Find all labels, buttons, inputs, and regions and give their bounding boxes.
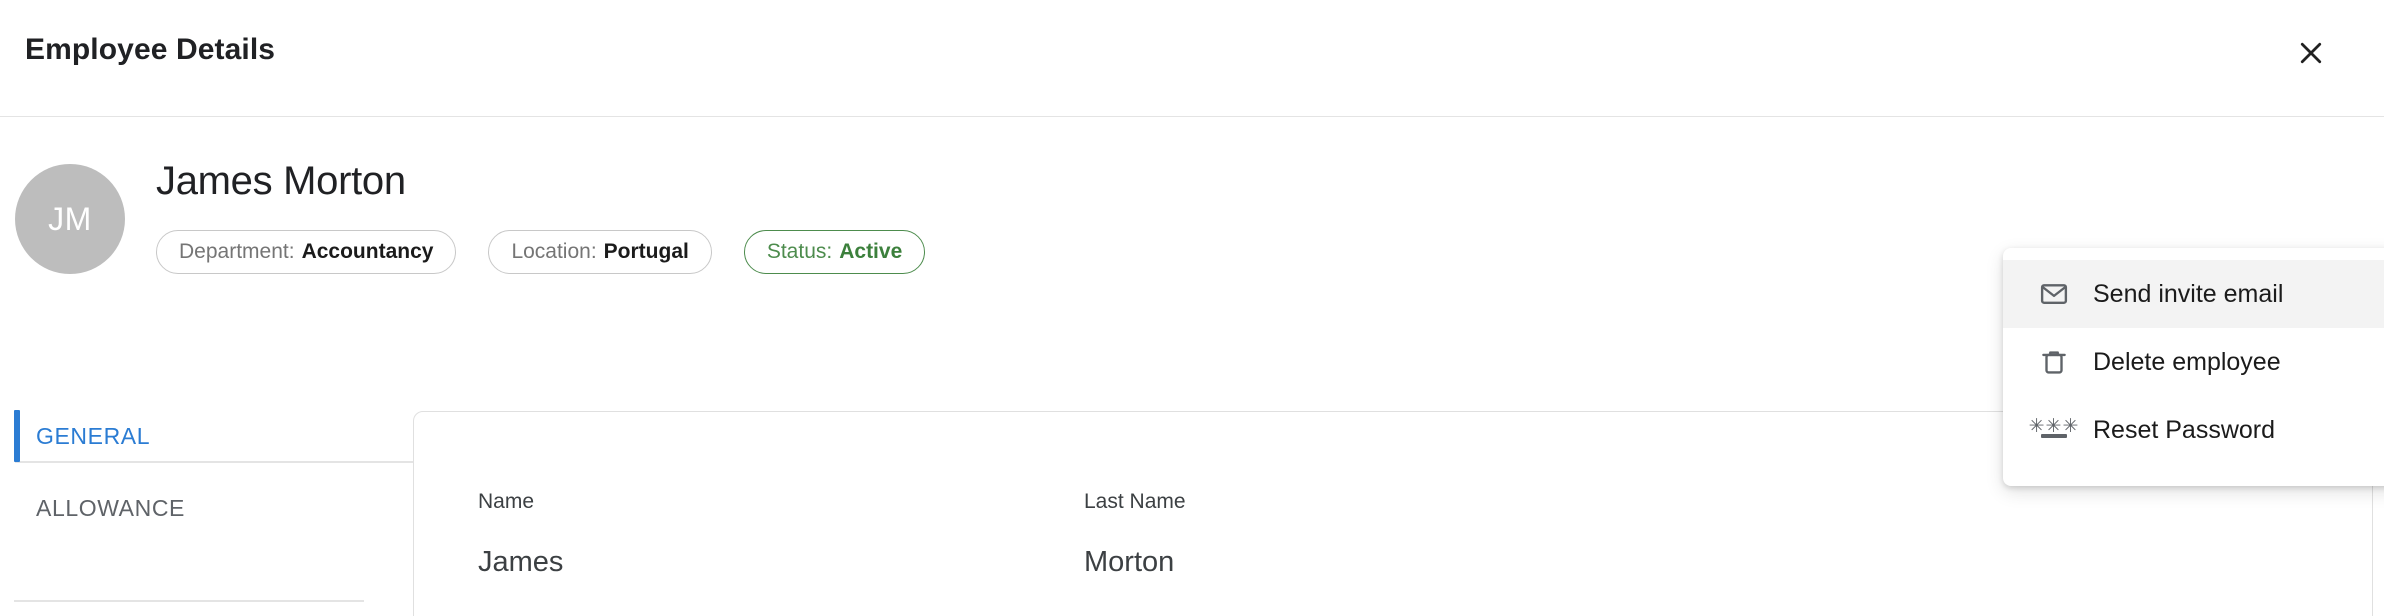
chip-status-value: Active [839,240,903,263]
close-icon [2296,38,2326,68]
menu-item-label: Reset Password [2093,415,2276,444]
chip-department-label: Department: [179,240,295,263]
modal-header: Employee Details [0,0,2384,117]
trash-icon [2037,345,2071,379]
chip-location-value: Portugal [603,240,689,263]
chip-department-value: Accountancy [301,240,434,263]
envelope-icon [2037,277,2071,311]
field-last-name-label: Last Name [1084,490,1186,513]
status-badge: Status: Active [743,230,926,274]
chip-status-label: Status: [766,240,833,263]
avatar: JM [15,164,125,274]
chip-location-label: Location: [511,240,597,263]
tab-general[interactable]: GENERAL [0,400,380,472]
employee-name: James Morton [156,159,406,203]
field-name: Name James [478,490,563,579]
menu-item-send-invite-email[interactable]: Send invite email [2003,260,2384,328]
field-last-name: Last Name Morton [1084,490,1186,579]
tab-list: GENERAL ALLOWANCE [0,400,380,602]
menu-item-delete-employee[interactable]: Delete employee [2003,328,2384,396]
menu-item-label: Delete employee [2093,347,2281,376]
tab-allowance[interactable]: ALLOWANCE [0,472,380,544]
field-name-value: James [478,546,564,578]
employee-details-modal: Employee Details JM James Morton Departm… [0,0,2384,616]
avatar-initials: JM [48,200,92,237]
menu-item-label: Send invite email [2093,279,2284,308]
page-title: Employee Details [25,33,276,66]
tab-list-divider [14,600,364,602]
chip-department: Department: Accountancy [156,230,457,274]
chip-location: Location: Portugal [488,230,712,274]
field-name-label: Name [478,490,535,513]
tab-general-label: GENERAL [36,422,151,449]
menu-item-reset-password[interactable]: ✳✳✳ Reset Password [2003,396,2384,464]
tab-allowance-label: ALLOWANCE [36,494,185,521]
more-actions-menu: Send invite email Delete employee ✳✳✳ Re… [2003,248,2384,486]
field-last-name-value: Morton [1084,546,1175,578]
close-button[interactable] [2284,26,2338,80]
password-reset-icon: ✳✳✳ [2028,415,2080,438]
employee-meta-chips: Department: Accountancy Location: Portug… [156,230,926,274]
